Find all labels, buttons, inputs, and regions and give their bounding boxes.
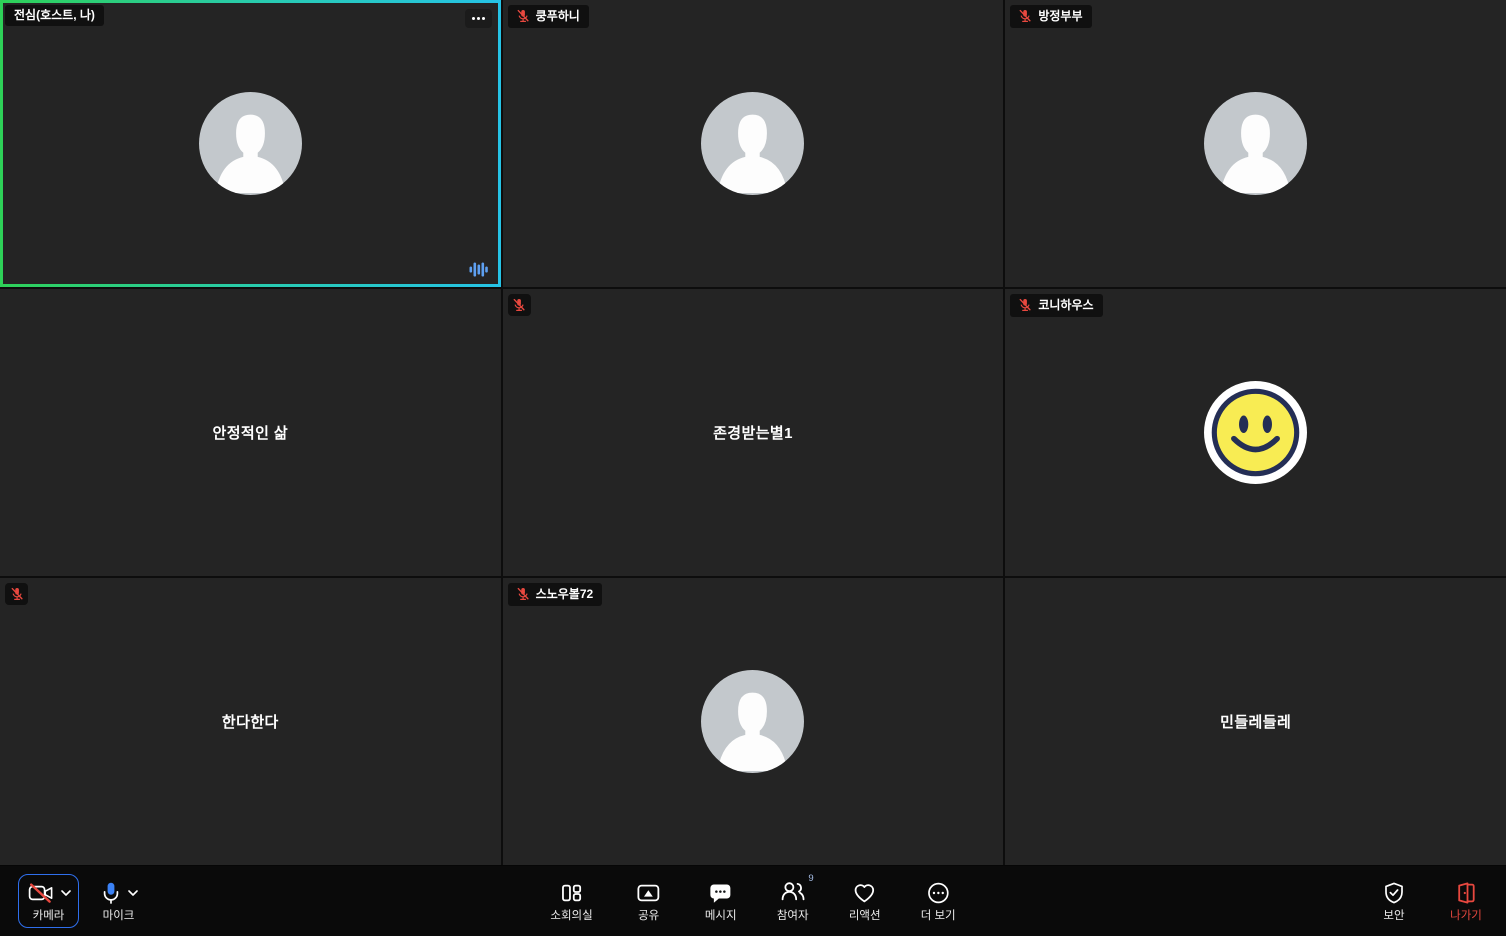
security-button[interactable]: 보안 xyxy=(1370,874,1418,928)
camera-off-icon xyxy=(26,881,56,905)
tile-more-button[interactable] xyxy=(465,9,492,28)
muted-mic-icon xyxy=(512,298,526,312)
muted-mic-icon xyxy=(516,587,530,601)
muted-mic-icon xyxy=(516,9,530,23)
heart-icon xyxy=(853,881,877,905)
camera-button-label: 카메라 xyxy=(33,911,65,923)
participant-name: 방정부부 xyxy=(1038,10,1082,22)
shield-check-icon xyxy=(1382,881,1406,905)
participant-name: 쿵푸하니 xyxy=(536,10,580,22)
microphone-button[interactable]: 마이크 xyxy=(91,874,146,928)
participant-name: 한다한다 xyxy=(222,711,279,732)
participant-tile[interactable]: 한다한다 xyxy=(0,578,501,865)
avatar xyxy=(1204,92,1307,195)
avatar xyxy=(701,92,804,195)
more-dots-icon xyxy=(471,16,486,21)
more-button[interactable]: 더 보기 xyxy=(913,874,964,928)
avatar xyxy=(199,92,302,195)
share-screen-label: 공유 xyxy=(638,911,659,923)
avatar xyxy=(701,670,804,773)
chevron-down-icon[interactable] xyxy=(61,890,71,896)
participant-tile[interactable]: 쿵푸하니 xyxy=(503,0,1004,287)
leave-label: 나가기 xyxy=(1450,911,1482,923)
meeting-toolbar: 카메라 마이크 xyxy=(0,865,1506,936)
leave-door-icon xyxy=(1454,881,1478,905)
participant-name: 민들레들레 xyxy=(1220,711,1291,732)
microphone-button-label: 마이크 xyxy=(103,911,135,923)
participant-name: 전심(호스트, 나) xyxy=(14,9,95,21)
more-ellipsis-icon xyxy=(926,881,950,905)
participant-tile[interactable]: 스노우볼72 xyxy=(503,578,1004,865)
muted-mic-icon xyxy=(10,587,24,601)
breakout-rooms-icon xyxy=(560,881,584,905)
chat-bubble-icon xyxy=(709,881,733,905)
chat-button[interactable]: 메시지 xyxy=(697,874,745,928)
participant-name: 안정적인 삶 xyxy=(213,422,289,443)
security-label: 보안 xyxy=(1383,911,1404,923)
toolbar-right-group: 보안 나가기 xyxy=(1370,866,1490,936)
chevron-down-icon[interactable] xyxy=(128,890,138,896)
microphone-icon xyxy=(99,881,123,905)
participants-button[interactable]: 9 참여자 xyxy=(769,874,817,928)
participant-name: 존경받는별1 xyxy=(713,422,793,443)
muted-mic-badge xyxy=(5,583,28,605)
toolbar-left-group: 카메라 마이크 xyxy=(18,866,146,936)
participant-nameplate: 전심(호스트, 나) xyxy=(5,5,104,26)
smiley-avatar xyxy=(1204,381,1307,484)
chat-label: 메시지 xyxy=(705,911,737,923)
breakout-rooms-label: 소회의실 xyxy=(550,911,592,923)
participant-nameplate: 스노우볼72 xyxy=(508,583,603,606)
muted-mic-badge xyxy=(508,294,531,316)
participants-count-badge: 9 xyxy=(808,873,813,884)
participant-tile[interactable]: 민들레들레 xyxy=(1005,578,1506,865)
video-grid: 전심(호스트, 나) 쿵푸하니 방정부부 안 xyxy=(0,0,1506,865)
share-screen-icon xyxy=(636,881,662,905)
audio-wave-icon xyxy=(469,261,488,278)
muted-mic-icon xyxy=(1018,9,1032,23)
leave-button[interactable]: 나가기 xyxy=(1442,874,1490,928)
share-screen-button[interactable]: 공유 xyxy=(625,874,673,928)
participant-name: 코니하우스 xyxy=(1038,299,1093,311)
participant-tile[interactable]: 존경받는별1 xyxy=(503,289,1004,576)
participant-tile[interactable]: 방정부부 xyxy=(1005,0,1506,287)
participant-nameplate: 코니하우스 xyxy=(1010,294,1102,317)
participants-label: 참여자 xyxy=(777,911,809,923)
reactions-button[interactable]: 리액션 xyxy=(841,874,889,928)
participant-tile[interactable]: 코니하우스 xyxy=(1005,289,1506,576)
participant-name: 스노우볼72 xyxy=(536,588,594,600)
more-label: 더 보기 xyxy=(921,911,956,923)
participant-nameplate: 쿵푸하니 xyxy=(508,5,589,28)
participant-tile-host[interactable]: 전심(호스트, 나) xyxy=(0,0,501,287)
breakout-rooms-button[interactable]: 소회의실 xyxy=(542,874,600,928)
participants-icon xyxy=(780,879,806,903)
muted-mic-icon xyxy=(1018,298,1032,312)
camera-button[interactable]: 카메라 xyxy=(18,874,79,928)
participant-nameplate: 방정부부 xyxy=(1010,5,1091,28)
toolbar-center-group: 소회의실 공유 메시지 xyxy=(542,866,963,936)
participant-tile[interactable]: 안정적인 삶 xyxy=(0,289,501,576)
reactions-label: 리액션 xyxy=(849,911,881,923)
